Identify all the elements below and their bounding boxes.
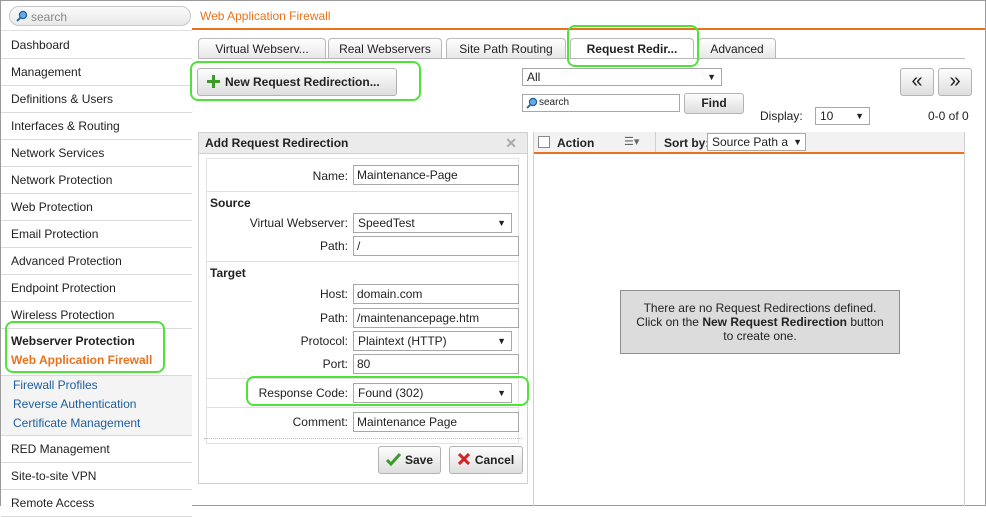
- sidebar-item-management[interactable]: Management: [1, 59, 192, 86]
- sidebar-search-input[interactable]: search: [9, 6, 191, 26]
- search-icon: [526, 97, 538, 109]
- empty-state-line-3: to create one.: [723, 329, 797, 343]
- prev-page-button[interactable]: «: [900, 68, 934, 96]
- chevron-down-icon: ▼: [855, 111, 864, 121]
- filter-select[interactable]: All ▼: [522, 68, 722, 86]
- checkmark-icon: [385, 452, 402, 467]
- list-search-placeholder: search: [539, 97, 570, 108]
- name-label: Name:: [312, 169, 348, 183]
- save-button[interactable]: Save: [378, 446, 441, 474]
- highlight-outline: [190, 61, 421, 101]
- sidebar-item-network-protection[interactable]: Network Protection: [1, 167, 192, 194]
- sidebar-nav: Dashboard Management Definitions & Users…: [1, 32, 192, 517]
- target-section-title: Target: [210, 266, 246, 280]
- sidebar-item-dashboard[interactable]: Dashboard: [1, 32, 192, 59]
- target-path-field[interactable]: /maintenancepage.htm: [353, 308, 519, 328]
- sidebar-subitem-certificate-management[interactable]: Certificate Management: [13, 414, 192, 433]
- cancel-icon: [457, 452, 470, 466]
- sidebar-item-network-services[interactable]: Network Services: [1, 140, 192, 167]
- highlight-outline: [246, 376, 529, 406]
- page-title: Web Application Firewall: [200, 9, 331, 23]
- filter-select-value: All: [527, 70, 541, 84]
- highlight-outline: [567, 25, 699, 67]
- empty-state-message: There are no Request Redirections define…: [620, 290, 900, 354]
- tab-virtual-webservers[interactable]: Virtual Webserv...: [198, 38, 326, 59]
- source-path-label: Path:: [319, 239, 348, 253]
- sidebar-subitem-reverse-authentication[interactable]: Reverse Authentication: [13, 395, 192, 414]
- protocol-label: Protocol:: [300, 334, 348, 348]
- chevron-down-icon: ▼: [707, 72, 716, 82]
- find-button[interactable]: Find: [684, 93, 744, 114]
- empty-state-emphasis: New Request Redirection: [702, 315, 848, 329]
- host-field[interactable]: domain.com: [353, 284, 519, 304]
- select-all-checkbox[interactable]: [538, 136, 550, 148]
- chevron-down-icon: ▼: [497, 218, 506, 228]
- divider: [206, 407, 519, 408]
- tab-advanced[interactable]: Advanced: [698, 38, 776, 59]
- protocol-select[interactable]: Plaintext (HTTP) ▼: [353, 331, 512, 351]
- search-icon: [16, 10, 28, 22]
- save-label: Save: [404, 453, 434, 467]
- host-label: Host:: [319, 287, 348, 301]
- sidebar-search-placeholder: search: [31, 10, 68, 24]
- sidebar-item-definitions-users[interactable]: Definitions & Users: [1, 86, 192, 113]
- divider: [204, 438, 522, 439]
- list-header: Action ☰▾ Sort by: Source Path a ▼: [534, 132, 964, 154]
- highlight-outline: [5, 321, 165, 373]
- panel-header: Add Request Redirection ✕: [199, 133, 527, 154]
- target-path-label: Path:: [319, 311, 348, 325]
- empty-state-text: Click on the: [636, 315, 703, 329]
- sort-by-label: Sort by:: [664, 136, 710, 150]
- sidebar: search Dashboard Management Definitions …: [1, 1, 192, 517]
- page-range: 0-0 of 0: [928, 109, 969, 123]
- cancel-button[interactable]: Cancel: [449, 446, 523, 474]
- sidebar-item-endpoint-protection[interactable]: Endpoint Protection: [1, 275, 192, 302]
- comment-field[interactable]: Maintenance Page: [353, 412, 519, 432]
- port-label: Port:: [322, 357, 348, 371]
- divider: [206, 191, 519, 192]
- empty-state-line-1: There are no Request Redirections define…: [643, 301, 877, 315]
- source-section-title: Source: [210, 196, 251, 210]
- sort-by-value: Source Path a: [712, 135, 789, 149]
- tab-real-webservers[interactable]: Real Webservers: [328, 38, 442, 59]
- port-field[interactable]: 80: [353, 354, 519, 374]
- virtual-webserver-label: Virtual Webserver:: [249, 216, 348, 230]
- action-column-label: Action: [557, 136, 595, 150]
- sidebar-item-interfaces-routing[interactable]: Interfaces & Routing: [1, 113, 192, 140]
- sort-by-select[interactable]: Source Path a ▼: [707, 133, 806, 151]
- sidebar-subitem-firewall-profiles[interactable]: Firewall Profiles: [13, 376, 192, 395]
- divider: [655, 132, 656, 152]
- sidebar-item-web-protection[interactable]: Web Protection: [1, 194, 192, 221]
- empty-state-text: button: [847, 315, 884, 329]
- source-path-field[interactable]: /: [353, 236, 519, 256]
- name-field[interactable]: Maintenance-Page: [353, 165, 519, 185]
- chevron-down-icon: ▼: [497, 336, 506, 346]
- comment-label: Comment:: [292, 415, 348, 429]
- cancel-label: Cancel: [474, 453, 515, 467]
- sidebar-item-red-management[interactable]: RED Management: [1, 436, 192, 463]
- close-icon[interactable]: ✕: [505, 133, 517, 154]
- sidebar-item-site-to-site-vpn[interactable]: Site-to-site VPN: [1, 463, 192, 490]
- divider: [1, 30, 192, 31]
- column-menu-icon[interactable]: ☰▾: [624, 135, 639, 148]
- divider: [206, 261, 519, 262]
- list-search-input[interactable]: search: [522, 94, 680, 112]
- display-count-select[interactable]: 10 ▼: [815, 107, 870, 125]
- empty-state-line-2: Click on the New Request Redirection but…: [621, 315, 899, 329]
- tab-site-path-routing[interactable]: Site Path Routing: [446, 38, 566, 59]
- display-label: Display:: [760, 109, 803, 123]
- panel-title: Add Request Redirection: [205, 136, 349, 150]
- virtual-webserver-value: SpeedTest: [358, 216, 415, 230]
- protocol-value: Plaintext (HTTP): [358, 334, 447, 348]
- chevron-down-icon: ▼: [793, 137, 802, 147]
- sidebar-item-advanced-protection[interactable]: Advanced Protection: [1, 248, 192, 275]
- sidebar-subnav: Firewall Profiles Reverse Authentication…: [1, 376, 192, 436]
- next-page-button[interactable]: »: [938, 68, 972, 96]
- sidebar-item-remote-access[interactable]: Remote Access: [1, 490, 192, 517]
- display-count-value: 10: [820, 109, 834, 123]
- virtual-webserver-select[interactable]: SpeedTest ▼: [353, 213, 512, 233]
- sidebar-item-email-protection[interactable]: Email Protection: [1, 221, 192, 248]
